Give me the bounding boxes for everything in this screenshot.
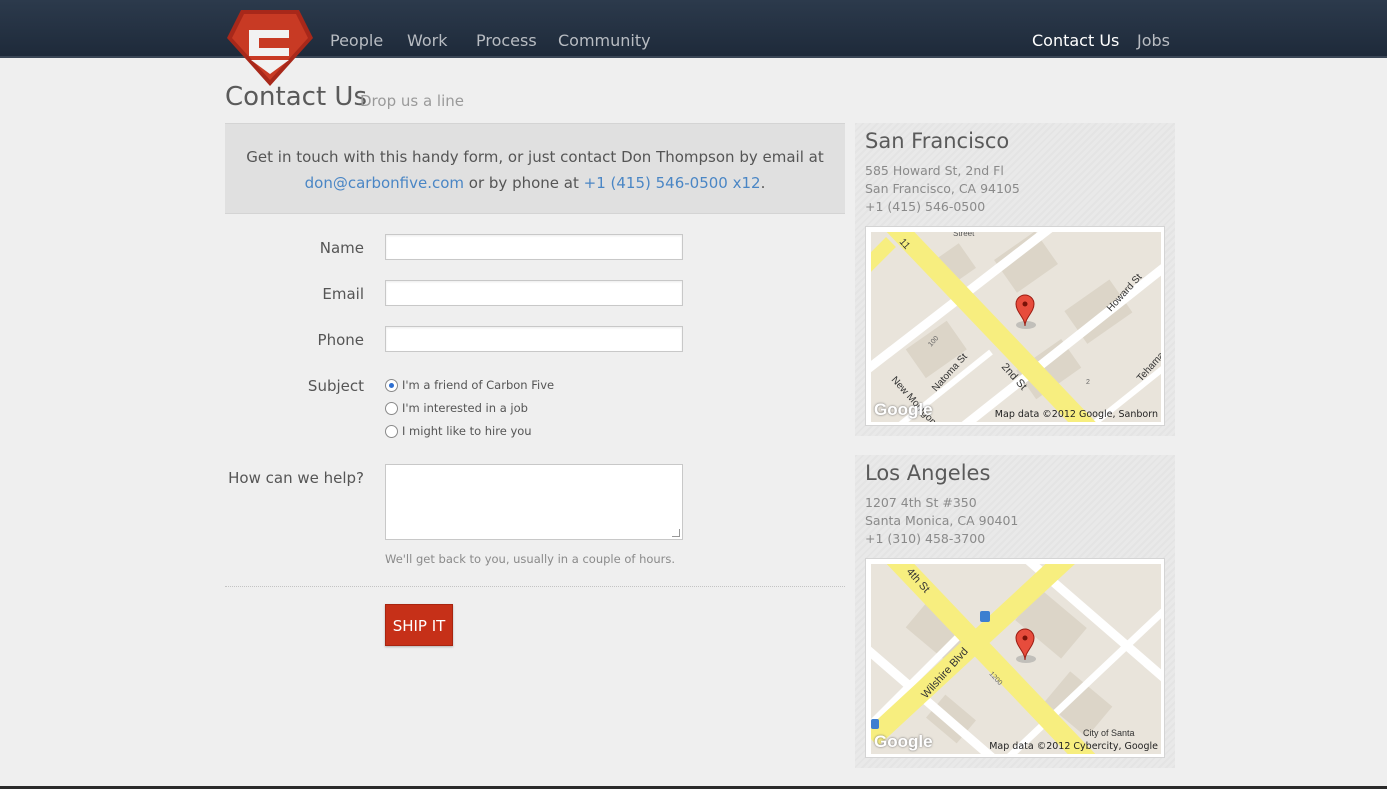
name-label: Name bbox=[319, 239, 364, 257]
svg-text:City of Santa: City of Santa bbox=[1083, 728, 1135, 738]
resize-handle-icon[interactable] bbox=[672, 529, 680, 537]
office-card-los-angeles: Los Angeles 1207 4th St #350 Santa Monic… bbox=[855, 455, 1175, 768]
email-label: Email bbox=[322, 285, 364, 303]
subject-option-label: I'm a friend of Carbon Five bbox=[402, 378, 555, 392]
ship-it-button[interactable]: SHIP IT bbox=[385, 604, 453, 646]
name-input[interactable] bbox=[385, 234, 683, 260]
help-textarea[interactable] bbox=[385, 464, 683, 540]
subject-option-friend[interactable]: I'm a friend of Carbon Five bbox=[385, 378, 554, 392]
radio-button[interactable] bbox=[385, 401, 398, 415]
radio-button-checked[interactable] bbox=[385, 378, 398, 392]
intro-text-middle: or by phone at bbox=[468, 174, 579, 192]
page-title: Contact Us bbox=[225, 82, 367, 112]
intro-text: Get in touch with this handy form, or ju… bbox=[246, 148, 824, 166]
phone-label: Phone bbox=[317, 331, 364, 349]
nav-people[interactable]: People bbox=[330, 31, 383, 50]
nav-process[interactable]: Process bbox=[476, 31, 537, 50]
subject-option-label: I might like to hire you bbox=[402, 424, 532, 438]
office-address-line2: San Francisco, CA 94105 bbox=[865, 181, 1020, 196]
svg-text:2: 2 bbox=[1086, 379, 1090, 386]
subject-option-label: I'm interested in a job bbox=[402, 401, 528, 415]
office-phone: +1 (415) 546-0500 bbox=[865, 199, 986, 214]
subject-option-hire[interactable]: I might like to hire you bbox=[385, 424, 532, 438]
phone-input[interactable] bbox=[385, 326, 683, 352]
map-canvas[interactable]: 2nd St Howard St Natoma St New Montgomer… bbox=[871, 232, 1161, 422]
carbon-five-logo[interactable] bbox=[227, 8, 313, 86]
office-address-line1: 1207 4th St #350 bbox=[865, 495, 977, 510]
response-hint: We'll get back to you, usually in a coup… bbox=[385, 552, 676, 566]
nav-community[interactable]: Community bbox=[558, 31, 651, 50]
map-credit: Map data ©2012 Cybercity, Google bbox=[989, 741, 1158, 752]
google-logo: Google bbox=[874, 732, 933, 751]
email-input[interactable] bbox=[385, 280, 683, 306]
office-phone: +1 (310) 458-3700 bbox=[865, 531, 986, 546]
map-canvas[interactable]: 4th St Wilshire Blvd 1200 City of Santa … bbox=[871, 564, 1161, 754]
office-city: Los Angeles bbox=[865, 461, 991, 485]
svg-text:Street: Street bbox=[953, 232, 975, 238]
office-card-san-francisco: San Francisco 585 Howard St, 2nd Fl San … bbox=[855, 123, 1175, 436]
phone-link[interactable]: +1 (415) 546-0500 x12 bbox=[584, 174, 761, 192]
subject-option-job[interactable]: I'm interested in a job bbox=[385, 401, 528, 415]
nav-jobs[interactable]: Jobs bbox=[1137, 31, 1170, 50]
form-divider bbox=[225, 586, 845, 587]
intro-text-end: . bbox=[760, 174, 766, 192]
top-navbar bbox=[0, 0, 1387, 58]
page-subtitle: Drop us a line bbox=[360, 92, 464, 110]
subject-label: Subject bbox=[307, 377, 364, 395]
nav-work[interactable]: Work bbox=[407, 31, 448, 50]
radio-button[interactable] bbox=[385, 424, 398, 438]
email-link[interactable]: don@carbonfive.com bbox=[305, 174, 464, 192]
office-address-line1: 585 Howard St, 2nd Fl bbox=[865, 163, 1004, 178]
map-san-francisco[interactable]: 2nd St Howard St Natoma St New Montgomer… bbox=[865, 226, 1165, 426]
map-los-angeles[interactable]: 4th St Wilshire Blvd 1200 City of Santa … bbox=[865, 558, 1165, 758]
help-label: How can we help? bbox=[228, 469, 364, 487]
office-city: San Francisco bbox=[865, 129, 1010, 153]
intro-box: Get in touch with this handy form, or ju… bbox=[225, 123, 845, 214]
nav-contact-us[interactable]: Contact Us bbox=[1032, 31, 1119, 50]
office-address-line2: Santa Monica, CA 90401 bbox=[865, 513, 1019, 528]
map-credit: Map data ©2012 Google, Sanborn bbox=[994, 409, 1158, 420]
google-logo: Google bbox=[874, 400, 933, 419]
